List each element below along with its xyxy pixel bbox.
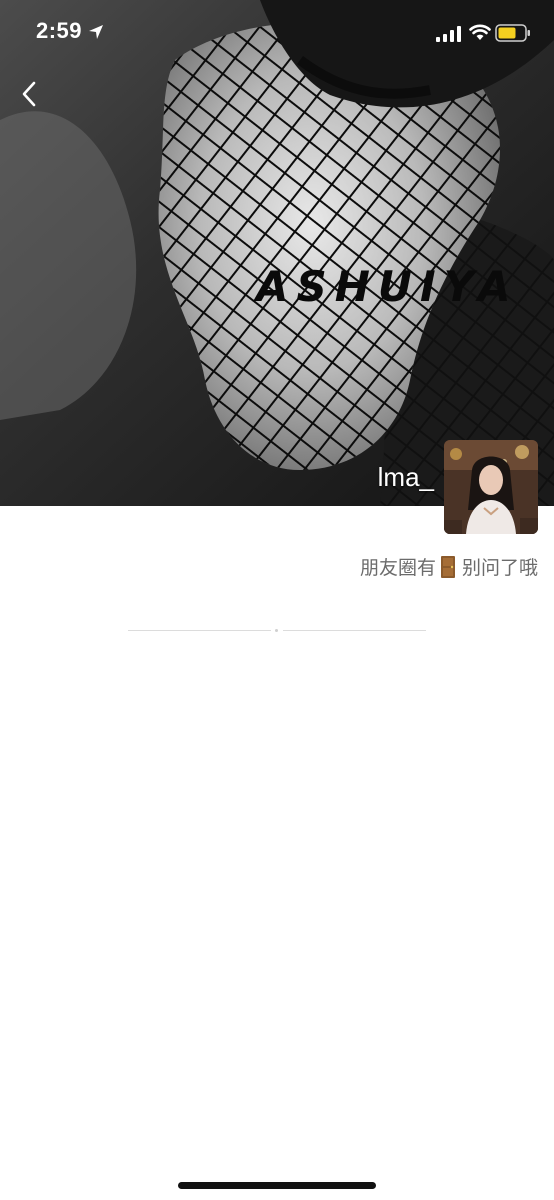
wifi-icon — [469, 24, 491, 40]
moments-divider — [128, 629, 426, 632]
signature-text-after: 别问了哦 — [461, 558, 538, 579]
battery-icon — [495, 24, 530, 42]
profile-nickname[interactable]: lma_ — [378, 462, 434, 493]
chevron-left-icon — [22, 81, 36, 107]
cover-watermark-text: ASHUIYA — [256, 262, 519, 311]
signature-text-before: 朋友圈有 — [359, 558, 436, 579]
cover-photo[interactable]: ASHUIYA — [0, 0, 554, 506]
door-icon — [440, 555, 455, 578]
status-bar: 2:59 — [0, 0, 554, 66]
location-arrow-icon — [89, 25, 103, 39]
home-indicator[interactable] — [178, 1182, 376, 1189]
moments-profile-screen: ASHUIYA 2:59 lma_ 朋友圈有 别问了哦 — [0, 0, 554, 1200]
avatar-image — [444, 440, 538, 534]
cover-photo-image — [0, 0, 554, 506]
status-time: 2:59 — [36, 18, 83, 43]
divider-line-left — [128, 630, 271, 631]
back-button[interactable] — [14, 76, 48, 112]
profile-signature: 朋友圈有 别问了哦 — [360, 553, 538, 580]
cellular-signal-icon — [436, 26, 461, 42]
divider-line-right — [283, 630, 426, 631]
divider-dot — [275, 629, 278, 632]
avatar[interactable] — [444, 440, 538, 534]
